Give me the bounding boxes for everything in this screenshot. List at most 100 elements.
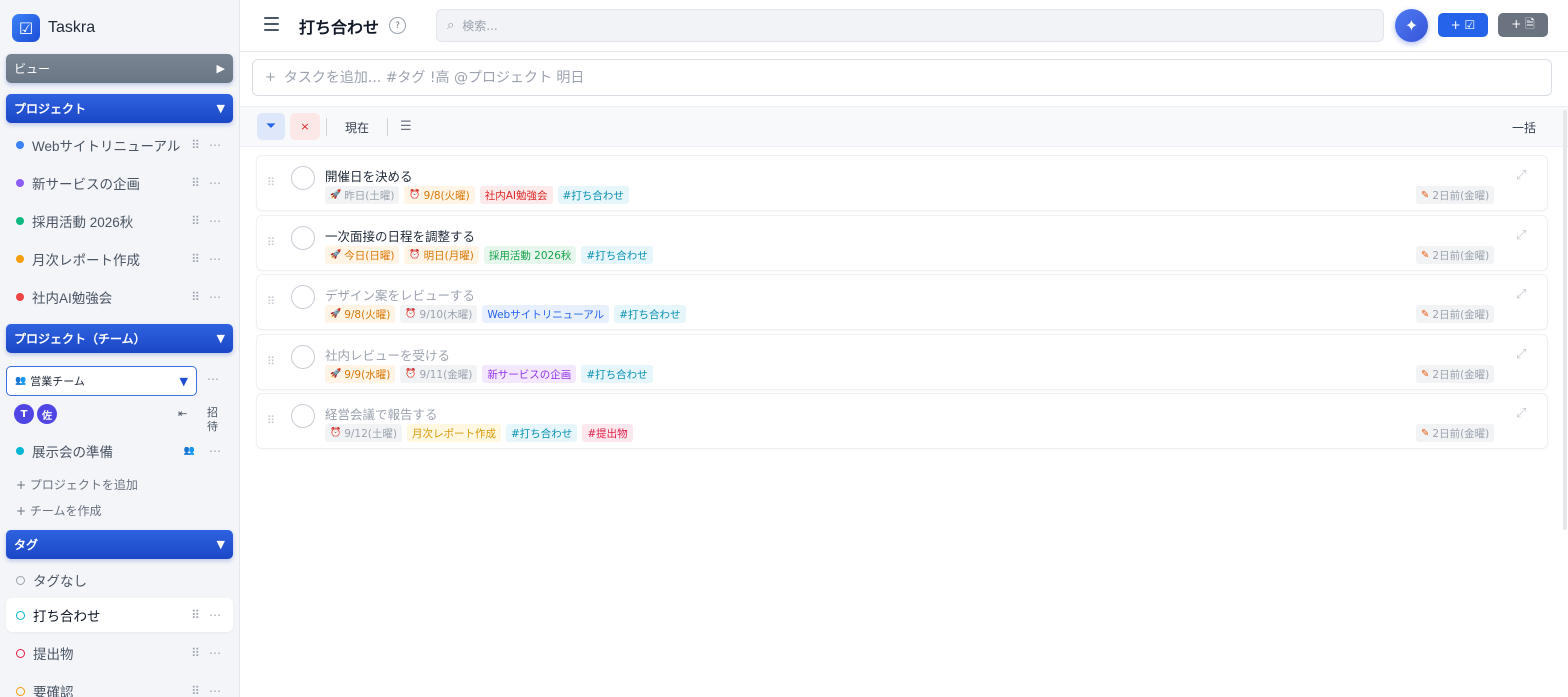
task-title[interactable]: 社内レビューを受ける bbox=[325, 345, 450, 364]
sidebar-project-item[interactable]: 月次レポート作成 ⠿ ⋯ bbox=[6, 242, 233, 276]
drag-handle-icon[interactable]: ⠿ bbox=[267, 414, 275, 427]
sidebar-tag-item[interactable]: タグなし bbox=[6, 563, 233, 597]
team-projects-section-header[interactable]: プロジェクト（チーム） ▼ bbox=[6, 324, 233, 353]
sidebar-tag-item[interactable]: 要確認 ⠿ ⋯ bbox=[6, 674, 233, 697]
task-chip[interactable]: Webサイトリニューアル bbox=[482, 305, 610, 323]
scrollbar[interactable] bbox=[1563, 110, 1567, 530]
task-checkbox[interactable] bbox=[291, 285, 315, 309]
drag-handle-icon[interactable]: ⠿ bbox=[267, 176, 275, 189]
new-task-button[interactable]: + ☑ bbox=[1438, 13, 1488, 37]
sidebar-project-item[interactable]: 社内AI勉強会 ⠿ ⋯ bbox=[6, 280, 233, 314]
task-title[interactable]: 経営会議で報告する bbox=[325, 404, 438, 423]
task-chip[interactable]: ⏰ 9/12(土曜) bbox=[325, 424, 402, 442]
now-filter-button[interactable]: 現在 bbox=[345, 119, 369, 136]
expand-icon[interactable]: ⤢ bbox=[1516, 347, 1526, 362]
more-icon[interactable]: ⋯ bbox=[209, 290, 223, 304]
more-icon[interactable]: ⋯ bbox=[209, 176, 223, 190]
more-icon[interactable]: ⋯ bbox=[209, 138, 223, 152]
drag-handle-icon[interactable]: ⠿ bbox=[187, 138, 203, 152]
task-chip[interactable]: #打ち合わせ bbox=[506, 424, 578, 442]
tags-section-header[interactable]: タグ ▼ bbox=[6, 530, 233, 559]
filter-button[interactable]: ⏷ bbox=[257, 113, 285, 140]
more-icon[interactable]: ⋯ bbox=[209, 214, 223, 228]
task-chip[interactable]: #打ち合わせ bbox=[581, 246, 653, 264]
more-icon[interactable]: ⋯ bbox=[209, 608, 223, 622]
task-chip[interactable]: 採用活動 2026秋 bbox=[483, 246, 577, 264]
team-more-icon[interactable]: ⋯ bbox=[207, 372, 219, 386]
sidebar-tag-item[interactable]: 打ち合わせ ⠿ ⋯ bbox=[6, 598, 233, 632]
task-chip[interactable]: #打ち合わせ bbox=[614, 305, 686, 323]
invite-button[interactable]: 招待 bbox=[207, 406, 219, 434]
expand-icon[interactable]: ⤢ bbox=[1516, 168, 1526, 183]
expand-icon[interactable]: ⤢ bbox=[1516, 406, 1526, 421]
task-checkbox[interactable] bbox=[291, 404, 315, 428]
drag-handle-icon[interactable]: ⠿ bbox=[267, 295, 275, 308]
task-chip[interactable]: 月次レポート作成 bbox=[407, 424, 501, 442]
drag-handle-icon[interactable]: ⠿ bbox=[267, 355, 275, 368]
clear-filter-button[interactable]: × bbox=[290, 113, 320, 140]
projects-section-header[interactable]: プロジェクト ▼ bbox=[6, 94, 233, 123]
task-checkbox[interactable] bbox=[291, 226, 315, 250]
task-chip[interactable]: 🚀 9/8(火曜) bbox=[325, 305, 396, 323]
task-chip[interactable]: ⏰ 9/8(火曜) bbox=[404, 186, 475, 204]
drag-handle-icon[interactable]: ⠿ bbox=[187, 214, 203, 228]
more-icon[interactable]: ⋯ bbox=[209, 684, 223, 697]
task-checkbox[interactable] bbox=[291, 166, 315, 190]
help-icon[interactable]: ? bbox=[389, 17, 406, 34]
more-icon[interactable]: ⋯ bbox=[209, 252, 223, 266]
drag-handle-icon[interactable]: ⠿ bbox=[187, 252, 203, 266]
avatar[interactable]: T bbox=[14, 404, 34, 424]
expand-icon[interactable]: ⤢ bbox=[1516, 287, 1526, 302]
drag-handle-icon[interactable]: ⠿ bbox=[267, 236, 275, 249]
task-chip[interactable]: #打ち合わせ bbox=[557, 186, 629, 204]
sidebar-tag-item[interactable]: 提出物 ⠿ ⋯ bbox=[6, 636, 233, 670]
team-select[interactable]: 👥 営業チーム ▼ bbox=[6, 366, 197, 396]
drag-handle-icon[interactable]: ⠿ bbox=[187, 176, 203, 190]
drag-handle-icon[interactable]: ⠿ bbox=[187, 290, 203, 304]
menu-icon[interactable] bbox=[264, 17, 279, 31]
task-row[interactable]: ⠿ デザイン案をレビューする 🚀 9/8(火曜) ⏰ 9/10(木曜) Webサイトリニュー… bbox=[256, 274, 1548, 330]
task-chip[interactable]: ⏰ 9/11(金曜) bbox=[400, 365, 478, 383]
sidebar-project-item[interactable]: 採用活動 2026秋 ⠿ ⋯ bbox=[6, 204, 233, 238]
task-chip[interactable]: ⏰ 9/10(木曜) bbox=[400, 305, 478, 323]
sort-icon[interactable]: ☰ bbox=[400, 119, 412, 134]
task-title[interactable]: 開催日を決める bbox=[325, 166, 413, 185]
task-row[interactable]: ⠿ 一次面接の日程を調整する 🚀 今日(日曜) ⏰ 明日(月曜) 採用活動 2026秋 #打ち… bbox=[256, 215, 1548, 271]
brand[interactable]: ☑ Taskra bbox=[12, 14, 95, 42]
expand-icon[interactable]: ⤢ bbox=[1516, 228, 1526, 243]
sidebar-project-item[interactable]: 新サービスの企画 ⠿ ⋯ bbox=[6, 166, 233, 200]
drag-handle-icon[interactable]: ⠿ bbox=[187, 608, 203, 622]
add-project-link[interactable]: + プロジェクトを追加 bbox=[16, 476, 138, 493]
sidebar-project-item[interactable]: Webサイトリニューアル ⠿ ⋯ bbox=[6, 128, 233, 162]
task-chip[interactable]: #提出物 bbox=[582, 424, 633, 442]
task-chip[interactable]: 🚀 9/9(水曜) bbox=[325, 365, 396, 383]
task-row[interactable]: ⠿ 経営会議で報告する ⏰ 9/12(土曜) 月次レポート作成 #打ち合わせ #提出物 ✎ 2日… bbox=[256, 393, 1548, 449]
task-chip[interactable]: ⏰ 明日(月曜) bbox=[404, 246, 479, 264]
task-chip[interactable]: #打ち合わせ bbox=[581, 365, 653, 383]
task-title[interactable]: デザイン案をレビューする bbox=[325, 285, 475, 304]
task-row[interactable]: ⠿ 開催日を決める 🚀 昨日(土曜) ⏰ 9/8(火曜) 社内AI勉強会 #打ち合わせ ✎ 2日前… bbox=[256, 155, 1548, 211]
quick-add-input[interactable] bbox=[283, 69, 1539, 86]
task-chip[interactable]: 🚀 今日(日曜) bbox=[325, 246, 400, 264]
drag-handle-icon[interactable]: ⠿ bbox=[187, 684, 203, 697]
views-section-header[interactable]: ビュー ▶ bbox=[6, 54, 233, 83]
ai-assistant-button[interactable]: ✦ bbox=[1395, 9, 1428, 42]
quick-add-bar[interactable]: + bbox=[252, 59, 1552, 96]
task-chip[interactable]: 新サービスの企画 bbox=[482, 365, 577, 383]
bulk-button[interactable]: 一括 bbox=[1512, 119, 1536, 136]
task-chip[interactable]: 🚀 昨日(土曜) bbox=[325, 186, 400, 204]
sidebar-team-project-item[interactable]: 展示会の準備 👥 ⋯ bbox=[6, 434, 233, 468]
avatar[interactable]: 佐 bbox=[37, 404, 57, 424]
new-note-button[interactable]: + 🗎 bbox=[1498, 13, 1548, 37]
leave-icon[interactable]: ⇤ bbox=[178, 407, 187, 420]
drag-handle-icon[interactable]: ⠿ bbox=[187, 646, 203, 660]
search-bar[interactable]: ⌕ bbox=[436, 9, 1384, 42]
more-icon[interactable]: ⋯ bbox=[209, 646, 223, 660]
task-row[interactable]: ⠿ 社内レビューを受ける 🚀 9/9(水曜) ⏰ 9/11(金曜) 新サービスの企画 #打ち合… bbox=[256, 334, 1548, 390]
create-team-link[interactable]: + チームを作成 bbox=[16, 502, 102, 519]
task-chip[interactable]: 社内AI勉強会 bbox=[479, 186, 553, 204]
search-input[interactable] bbox=[462, 18, 1373, 33]
task-checkbox[interactable] bbox=[291, 345, 315, 369]
more-icon[interactable]: ⋯ bbox=[209, 444, 223, 458]
task-title[interactable]: 一次面接の日程を調整する bbox=[325, 226, 475, 245]
